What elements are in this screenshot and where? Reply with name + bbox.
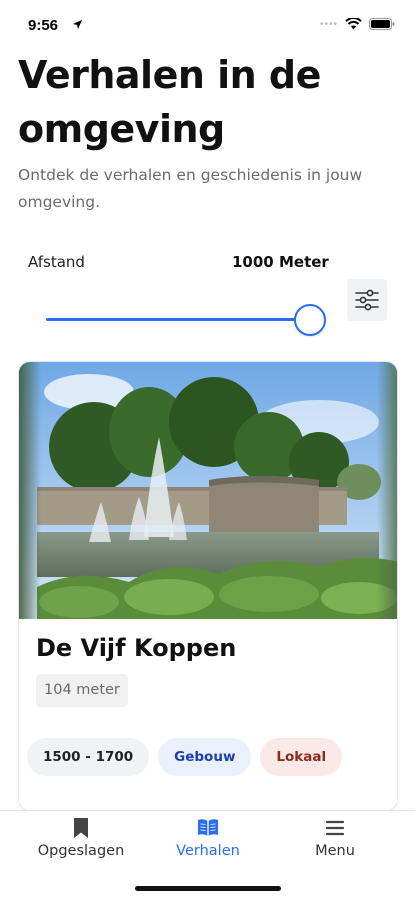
slider-thumb[interactable] [294,304,326,336]
slider-track[interactable] [46,318,310,321]
tab-verhalen[interactable]: Verhalen [143,817,273,859]
status-bar: 9:56 •••• [0,0,415,44]
story-card[interactable]: De Vijf Koppen 104 meter 1500 - 1700 Geb… [18,361,398,811]
tag-period[interactable]: 1500 - 1700 [27,738,150,776]
tag-scope[interactable]: Lokaal [260,738,343,776]
tab-label: Opgeslagen [37,843,125,859]
filter-button[interactable] [347,279,387,321]
wifi-icon [345,18,362,30]
page-title: Verhalen in de omgeving [18,53,321,151]
tab-opgeslagen[interactable]: Opgeslagen [16,817,146,859]
location-arrow-icon [72,19,83,30]
menu-icon [325,820,345,836]
tab-menu[interactable]: Menu [270,817,400,859]
distance-value: 1000 Meter [232,253,329,271]
bookmark-icon [74,818,88,838]
story-distance: 104 meter [36,674,128,707]
distance-slider[interactable] [46,303,326,337]
battery-icon [369,18,395,30]
distance-label: Afstand [28,253,85,271]
cellular-dots-icon: •••• [319,18,338,30]
tag-type[interactable]: Gebouw [158,738,252,776]
book-icon [198,819,218,836]
tab-label: Verhalen [176,843,240,859]
story-image [19,362,397,619]
story-tags: 1500 - 1700 Gebouw Lokaal [27,738,343,776]
page-subtitle: Ontdek de verhalen en geschiedenis in jo… [18,166,363,211]
home-indicator[interactable] [135,886,281,891]
status-indicators: •••• [320,18,395,30]
tab-label: Menu [315,843,355,859]
story-title: De Vijf Koppen [36,634,237,662]
sliders-filter-icon [355,289,379,311]
status-time: 9:56 [28,17,59,34]
